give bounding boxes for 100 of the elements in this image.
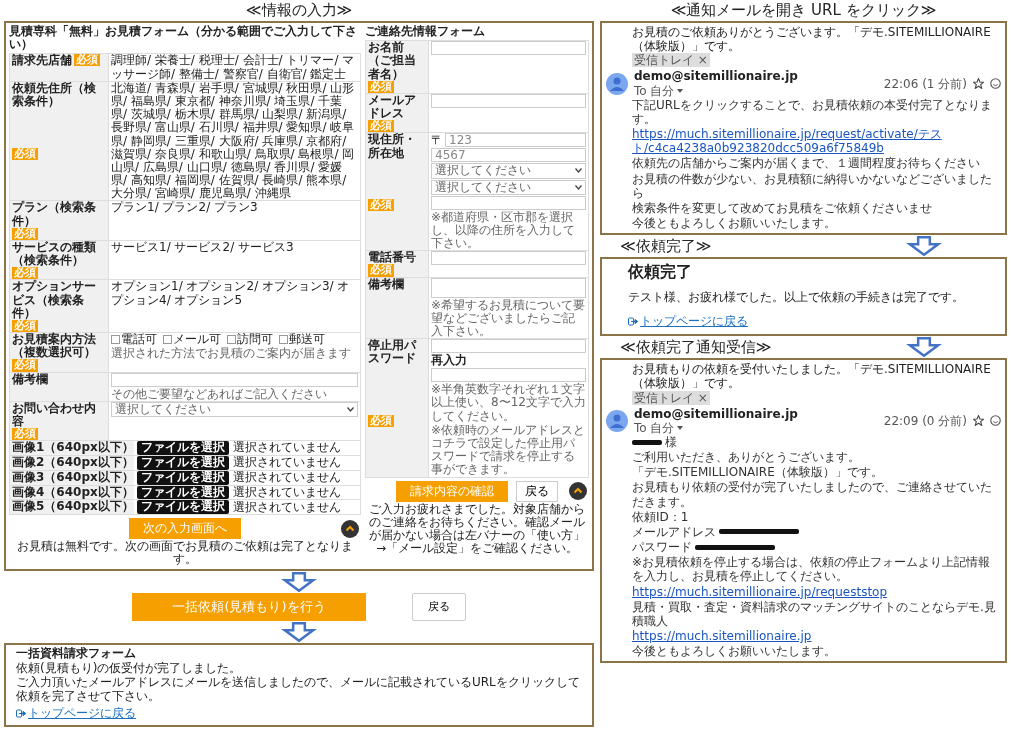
help-text: ※都道府県・区市郡を選択し、以降の住所を入力して下さい。 [431,210,576,251]
emoji-icon[interactable] [990,78,1001,90]
redaction-bar [632,439,662,445]
sender-address: demo@sitemillionaire.jp [634,69,799,84]
field-label: 備考欄 [12,372,48,386]
email-text: 下記URLをクリックすることで、お見積依頼の本受付完了となります。 [632,97,993,127]
option-list: プラン1/ プラン2/ プラン3 [111,201,358,215]
remarks-field[interactable] [431,277,586,298]
checkbox[interactable] [227,335,236,345]
label-text: 受信トレイ [634,53,694,68]
postal-code-field[interactable]: 123 [445,133,586,148]
email-time: 22:09 (0 分前) [883,413,967,428]
field-label: 画像1（640px以下） [12,441,134,455]
star-icon[interactable] [973,415,984,427]
password-field[interactable] [431,368,586,383]
file-status: 選択されていません [233,500,341,514]
field-label: 画像3（640px以下） [12,470,134,484]
footer-note: お見積は無料です。次の画面でお見積のご依頼は完了となります。 [16,540,354,567]
help-text: その他ご要望などあればご記入ください [111,387,328,401]
help-text: 選択された方法でお見積のご案内が届きます [111,347,352,361]
option-list: オプション1/ オプション2/ オプション3/ オプション4/ オプション5 [111,280,358,307]
email-time: 22:06 (1 分前) [883,76,967,91]
required-badge: 必須 [74,54,100,67]
step-heading: ≪情報の入力≫ [245,1,353,19]
scroll-top-icon[interactable] [569,482,587,501]
scroll-top-icon[interactable] [341,519,359,538]
chevron-icon [575,184,582,190]
checkbox[interactable] [111,335,120,345]
email-text: 今後ともよろしくお願いいたします。 [632,216,837,231]
remove-label-button[interactable]: × [697,390,708,405]
email-text: 見積・買取・査定・資料請求のマッチングサイトのことならデモ.見積職人 [632,599,997,628]
email-text: パスワード [632,540,692,555]
email-text: 「デモ.SITEMILLIONAIRE（体験版）」です。 [632,465,884,480]
input-field[interactable] [111,372,358,387]
email-subject: お見積のご依頼ありがとうございます。「デモ.SITEMILLIONAIRE（体験版）」です。 [632,25,992,54]
avatar-icon [606,72,628,95]
chevron-icon [347,406,354,412]
help-text: ※半角英数字それぞれ１文字以上使い、8〜12文字で入力してください。 [431,383,586,423]
checkbox[interactable] [279,335,288,345]
field-label: 再入力 [431,354,468,368]
label-text: 受信トレイ [634,390,694,405]
checkbox-label: 訪問可 [237,333,273,347]
caret-icon[interactable] [677,425,684,430]
top-page-link[interactable]: トップページに戻る [16,706,136,721]
address-field[interactable] [431,195,586,210]
required-badge: 必須 [12,227,38,240]
field-label: オプションサービス（検索条件） [12,280,97,320]
field-label: お見積案内方法（複数選択可） [12,333,97,360]
emoji-icon[interactable] [990,415,1001,427]
email-subject: お見積もりの依頼を受付いたしました。「デモ.SITEMILLIONAIRE（体験版）」です。 [632,362,992,391]
required-badge: 必須 [12,267,38,280]
email-link[interactable]: https://much.sitemillionaire.jp [632,629,1001,644]
form-title: 見積専科「無料」お見積フォーム（分かる範囲でご入力して下さい） [9,25,358,52]
email-text: ※お見積依頼を停止する場合は、依頼の停止フォームより上記情報を入力し、お見積を停止してください。 [632,555,992,584]
back-button[interactable]: 戻る [412,592,466,621]
field-label: お問い合わせ内容 [12,401,97,428]
select-field[interactable]: 選択してください [431,179,586,195]
checkbox[interactable] [163,335,172,345]
choose-file-button[interactable]: ファイルを選択 [137,441,229,455]
required-badge: 必須 [368,264,394,277]
password-field[interactable] [431,339,586,354]
exit-icon [16,709,26,719]
field-label: 画像4（640px以下） [12,485,134,499]
postal-code-field[interactable]: 4567 [431,148,586,163]
email-link[interactable]: https://much.sitemillionaire.jp/request/activate/テスト/c4ca4238a0b923820dcc509a6f75849b [632,127,1001,156]
select-field[interactable]: 選択してください [111,401,358,417]
required-badge: 必須 [12,428,38,441]
input-field[interactable] [431,93,586,108]
field-label: 画像5（640px以下） [12,500,134,514]
email-text: 依頼先の店舗からご案内が届くまで、１週間程度お待ちください [632,156,981,171]
top-page-link[interactable]: トップページに戻る [628,313,748,331]
remove-label-button[interactable]: × [697,53,708,68]
file-status: 選択されていません [233,485,341,500]
caret-icon[interactable] [677,88,684,93]
choose-file-button[interactable]: ファイルを選択 [137,455,229,470]
footer-note: ご入力お疲れさまでした。対象店舗からのご連絡をお待ちください。確認メールが届かない場合は左バナーの「使い方」→「メール設定」をご確認ください。 [368,502,586,556]
email-text: お見積の件数が少ない、お見積額に納得いかないなどございましたら [632,171,993,200]
star-icon[interactable] [973,78,984,90]
field-label: メールアドレス [368,93,417,121]
chevron-icon [575,168,582,174]
input-field[interactable] [431,251,586,266]
select-field[interactable]: 選択してください [431,163,586,179]
recipient-label: To 自分 [634,83,675,98]
field-label: 請求先店舗 [12,54,72,68]
sender-address: demo@sitemillionaire.jp [634,406,799,421]
field-label: 停止用パスワード [368,339,418,366]
back-button[interactable]: 戻る [516,480,558,502]
required-badge: 必須 [368,415,394,428]
input-field[interactable] [431,41,586,56]
step-heading: ≪依頼完了通知受信≫ [620,337,773,356]
choose-file-button[interactable]: ファイルを選択 [137,500,229,515]
choose-file-button[interactable]: ファイルを選択 [137,485,229,500]
file-status: 選択されていません [233,456,341,470]
option-list: 調理師/ 栄養士/ 税理士/ 会計士/ トリマー/ マッサージ師/ 整備士/ 警察官/ 自衛官/ 鑑定士 [111,54,358,81]
file-status: 選択されていません [233,471,341,485]
email-link[interactable]: https://much.sitemillionaire.jp/requeststop [632,584,1001,599]
choose-file-button[interactable]: ファイルを選択 [137,470,229,485]
required-badge: 必須 [368,80,394,93]
field-label: サービスの種類（検索条件） [12,240,97,268]
message-text: テスト様、お疲れ様でした。以上で依頼の手続きは完了です。 [628,289,965,307]
